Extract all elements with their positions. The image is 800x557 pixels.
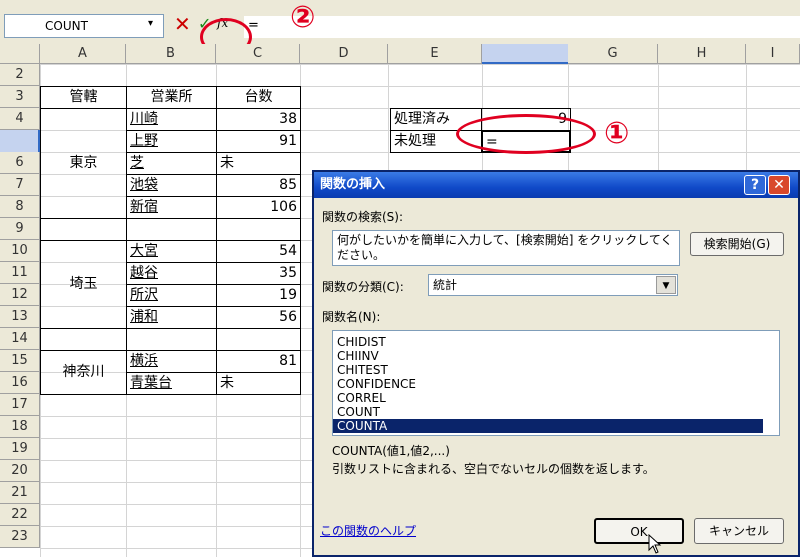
office-cell[interactable]: 上野 xyxy=(126,130,217,153)
office-cell[interactable]: 越谷 xyxy=(126,262,217,285)
list-item[interactable]: CONFIDENCE xyxy=(333,377,779,391)
close-icon[interactable]: ✕ xyxy=(768,175,790,195)
row-header-23[interactable]: 23 xyxy=(0,526,40,548)
row-header-10[interactable]: 10 xyxy=(0,240,40,262)
row-header-2[interactable]: 2 xyxy=(0,64,40,86)
office-cell[interactable]: 横浜 xyxy=(126,350,217,373)
search-label: 関数の検索(S): xyxy=(322,210,404,224)
list-item[interactable]: CORREL xyxy=(333,391,779,405)
region-cell-saitama[interactable]: 埼玉 xyxy=(40,240,127,329)
row-header-11[interactable]: 11 xyxy=(0,262,40,284)
select-all-corner[interactable] xyxy=(0,44,40,64)
empty-cell[interactable] xyxy=(40,328,127,351)
count-cell[interactable]: 106 xyxy=(216,196,301,219)
count-cell[interactable]: 38 xyxy=(216,108,301,131)
row-header-7[interactable]: 7 xyxy=(0,174,40,196)
count-cell[interactable]: 未 xyxy=(216,152,301,175)
column-header-c[interactable]: C xyxy=(216,44,300,64)
function-syntax: COUNTA(値1,値2,...) xyxy=(332,444,450,458)
help-icon[interactable]: ? xyxy=(744,175,766,195)
table-header-kankatsu[interactable]: 管轄 xyxy=(40,86,127,109)
column-header-h[interactable]: H xyxy=(658,44,746,64)
office-cell[interactable]: 新宿 xyxy=(126,196,217,219)
row-header-19[interactable]: 19 xyxy=(0,438,40,460)
table-header-eigyosho[interactable]: 営業所 xyxy=(126,86,217,109)
function-description: 引数リストに含まれる、空白でないセルの個数を返します。 xyxy=(332,462,655,476)
row-header-6[interactable]: 6 xyxy=(0,152,40,174)
office-cell[interactable]: 所沢 xyxy=(126,284,217,307)
office-cell[interactable]: 大宮 xyxy=(126,240,217,263)
insert-function-dialog: 関数の挿入 ? ✕ 関数の検索(S): 何がしたいかを簡単に入力して、[検索開始… xyxy=(312,170,800,557)
column-header-g[interactable]: G xyxy=(568,44,658,64)
count-cell[interactable]: 81 xyxy=(216,350,301,373)
row-header-16[interactable]: 16 xyxy=(0,372,40,394)
count-cell[interactable]: 19 xyxy=(216,284,301,307)
cancel-button[interactable]: キャンセル xyxy=(694,518,784,544)
empty-cell[interactable] xyxy=(126,328,217,351)
list-item[interactable]: CHITEST xyxy=(333,363,779,377)
office-cell[interactable]: 浦和 xyxy=(126,306,217,329)
mouse-cursor-icon xyxy=(648,534,662,554)
row-header-14[interactable]: 14 xyxy=(0,328,40,350)
count-cell[interactable]: 56 xyxy=(216,306,301,329)
cancel-formula-icon[interactable]: ✕ xyxy=(174,12,191,36)
function-help-link[interactable]: この関数のヘルプ xyxy=(320,522,416,539)
count-cell[interactable]: 未 xyxy=(216,372,301,395)
function-search-input[interactable]: 何がしたいかを簡単に入力して、[検索開始] をクリックしてください。 xyxy=(332,230,680,266)
row-header-9[interactable]: 9 xyxy=(0,218,40,240)
row-header-12[interactable]: 12 xyxy=(0,284,40,306)
row-header-13[interactable]: 13 xyxy=(0,306,40,328)
list-item[interactable]: CHIINV xyxy=(333,349,779,363)
search-start-button[interactable]: 検索開始(G) xyxy=(690,232,784,256)
annotation-circle-cell xyxy=(456,114,596,154)
row-header-22[interactable]: 22 xyxy=(0,504,40,526)
list-item-selected[interactable]: COUNTA xyxy=(333,419,763,433)
count-cell[interactable]: 85 xyxy=(216,174,301,197)
empty-cell[interactable] xyxy=(216,328,301,351)
row-header-21[interactable]: 21 xyxy=(0,482,40,504)
empty-cell[interactable] xyxy=(216,218,301,241)
empty-cell[interactable] xyxy=(40,218,127,241)
annotation-marker-1: ① xyxy=(604,116,630,151)
count-cell[interactable]: 54 xyxy=(216,240,301,263)
list-item[interactable]: CHIDIST xyxy=(333,335,779,349)
annotation-marker-2: ② xyxy=(290,0,316,35)
column-header-d[interactable]: D xyxy=(300,44,388,64)
dialog-title[interactable]: 関数の挿入 xyxy=(314,172,798,198)
row-header-17[interactable]: 17 xyxy=(0,394,40,416)
office-cell[interactable]: 川崎 xyxy=(126,108,217,131)
active-column-highlight xyxy=(482,44,568,64)
row-header-3[interactable]: 3 xyxy=(0,86,40,108)
column-header-a[interactable]: A xyxy=(40,44,126,64)
row-header-8[interactable]: 8 xyxy=(0,196,40,218)
row-header-20[interactable]: 20 xyxy=(0,460,40,482)
list-item[interactable]: COUNT xyxy=(333,405,779,419)
formula-input[interactable]: = xyxy=(244,16,800,38)
category-select[interactable]: 統計 xyxy=(428,274,678,296)
column-header-i[interactable]: I xyxy=(746,44,800,64)
category-dropdown-icon[interactable]: ▼ xyxy=(656,276,676,294)
function-list[interactable]: CHIDIST CHIINV CHITEST CONFIDENCE CORREL… xyxy=(332,330,780,436)
table-header-daisu[interactable]: 台数 xyxy=(216,86,301,109)
empty-cell[interactable] xyxy=(126,218,217,241)
column-header-e[interactable]: E xyxy=(388,44,482,64)
row-header-15[interactable]: 15 xyxy=(0,350,40,372)
category-label: 関数の分類(C): xyxy=(322,280,404,294)
name-box-dropdown-icon[interactable]: ▾ xyxy=(148,18,153,29)
function-name-label: 関数名(N): xyxy=(322,310,381,324)
name-box[interactable]: COUNT xyxy=(4,14,164,38)
count-cell[interactable]: 91 xyxy=(216,130,301,153)
column-header-b[interactable]: B xyxy=(126,44,216,64)
row-header-4[interactable]: 4 xyxy=(0,108,40,130)
office-cell[interactable]: 青葉台 xyxy=(126,372,217,395)
office-cell[interactable]: 池袋 xyxy=(126,174,217,197)
active-row-highlight xyxy=(0,130,40,152)
count-cell[interactable]: 35 xyxy=(216,262,301,285)
ok-button[interactable]: OK xyxy=(594,518,684,544)
region-cell-kanagawa[interactable]: 神奈川 xyxy=(40,350,127,395)
row-header-18[interactable]: 18 xyxy=(0,416,40,438)
region-cell-tokyo[interactable]: 東京 xyxy=(40,108,127,219)
office-cell[interactable]: 芝 xyxy=(126,152,217,175)
